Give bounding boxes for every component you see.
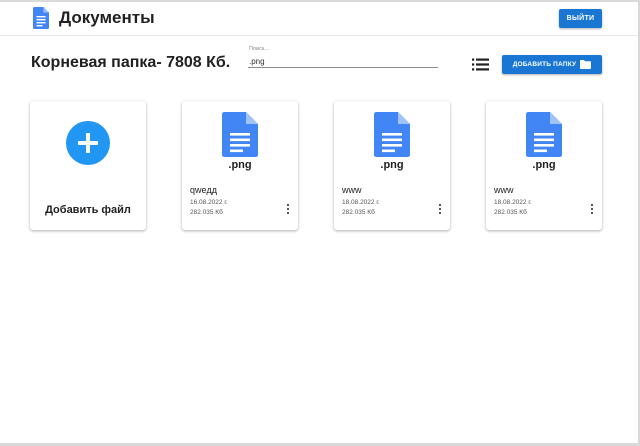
file-extension: .png <box>228 159 252 171</box>
document-icon <box>526 112 562 157</box>
add-folder-button-label: ДОБАВИТЬ ПАПКУ <box>512 61 577 68</box>
more-vert-icon[interactable] <box>435 202 445 216</box>
folder-icon <box>580 60 592 69</box>
file-extension: .png <box>532 159 556 171</box>
file-card[interactable]: .png www 18.08.2022 г. 282.035 Кб <box>334 101 450 230</box>
docs-logo-icon <box>33 7 49 29</box>
more-vert-icon[interactable] <box>283 202 293 216</box>
search-label: Поиск... <box>249 46 269 52</box>
app-title: Документы <box>59 8 155 27</box>
file-size: 282.035 Кб <box>494 209 527 216</box>
file-size: 282.035 Кб <box>342 209 375 216</box>
file-card[interactable]: .png qweдд 16.08.2022 г. 282.035 Кб <box>182 101 298 230</box>
file-name: www <box>494 185 514 195</box>
search-input[interactable] <box>248 55 438 68</box>
add-file-label: Добавить файл <box>45 204 131 216</box>
file-date: 16.08.2022 г. <box>190 199 228 206</box>
logout-button[interactable]: ВЫЙТИ <box>559 9 602 28</box>
file-name: www <box>342 185 362 195</box>
plus-circle-icon <box>66 121 110 165</box>
file-card[interactable]: .png www 18.08.2022 г. 282.035 Кб <box>486 101 602 230</box>
folder-title: Корневая папка- 7808 Кб. <box>31 54 231 71</box>
document-icon <box>374 112 410 157</box>
add-file-card[interactable]: Добавить файл <box>30 101 146 230</box>
file-name: qweдд <box>190 185 218 195</box>
search-field: Поиск... <box>248 46 438 70</box>
file-extension: .png <box>380 159 404 171</box>
file-size: 282.035 Кб <box>190 209 223 216</box>
app-bar: Документы ВЫЙТИ <box>0 2 638 36</box>
list-view-icon[interactable] <box>472 58 489 71</box>
file-date: 18.08.2022 г. <box>494 199 532 206</box>
more-vert-icon[interactable] <box>587 202 597 216</box>
add-folder-button[interactable]: ДОБАВИТЬ ПАПКУ <box>502 55 602 74</box>
document-icon <box>222 112 258 157</box>
file-date: 18.08.2022 г. <box>342 199 380 206</box>
